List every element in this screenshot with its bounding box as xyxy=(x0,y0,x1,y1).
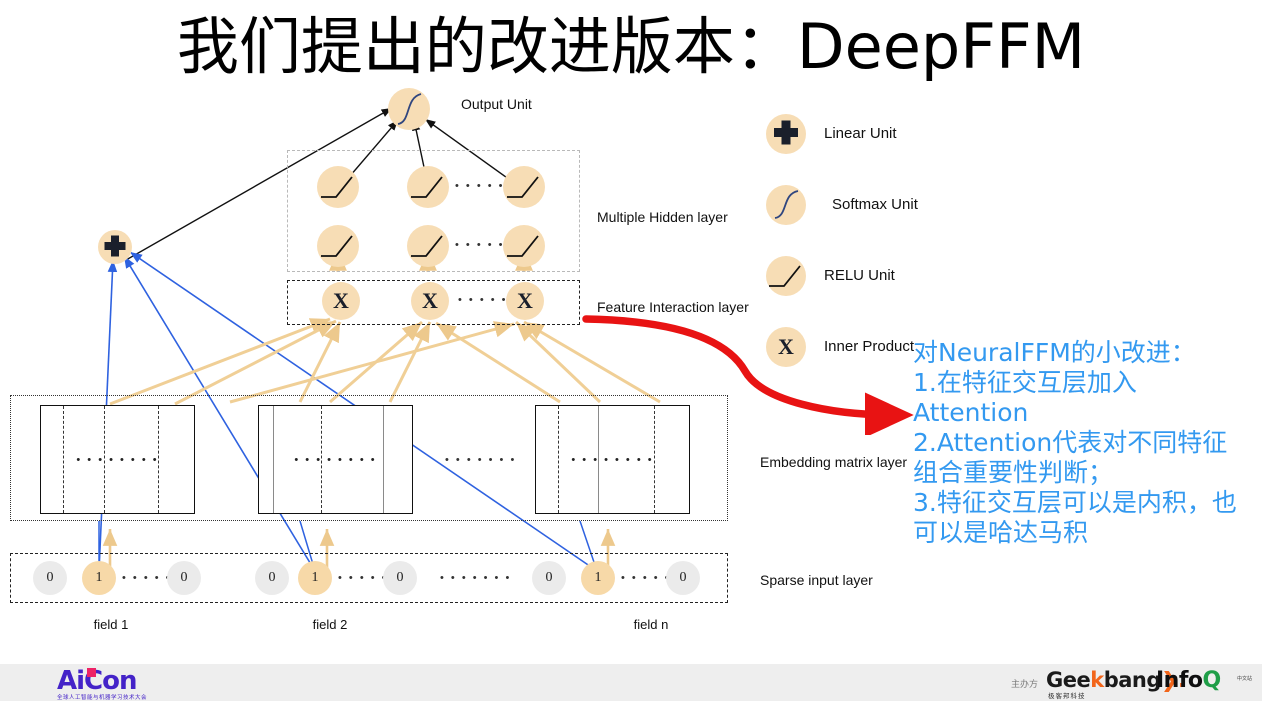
sparse-cell-one: 1 xyxy=(581,561,615,595)
relu-curve-icon xyxy=(507,235,539,257)
sparse-field-label: field n xyxy=(633,617,669,632)
sparse-cell-zero: 0 xyxy=(167,561,201,595)
sparse-cell-zero: 0 xyxy=(666,561,700,595)
annotation-line: 2.Attention代表对不同特征 xyxy=(913,428,1228,457)
embedding-ellipsis: • • • • • • • • xyxy=(76,453,159,466)
sparse-field-label: field 1 xyxy=(93,617,129,632)
hidden-layer-label: Multiple Hidden layer xyxy=(597,209,728,225)
legend-label: RELU Unit xyxy=(824,267,895,284)
geekbang-k: k xyxy=(1090,668,1104,692)
relu-unit xyxy=(407,166,449,208)
infoq-q: Q xyxy=(1202,668,1222,693)
annotation-line: 3.特征交互层可以是内积，也 xyxy=(913,488,1237,517)
legend-label: Softmax Unit xyxy=(832,196,918,213)
sparse-cell-one: 1 xyxy=(298,561,332,595)
page-title: 我们提出的改进版本：DeepFFM xyxy=(176,10,1086,83)
sparse-cell-zero: 0 xyxy=(33,561,67,595)
relu-unit xyxy=(317,166,359,208)
annotation-line: 组合重要性判断； xyxy=(913,458,1114,487)
sparse-layer-label: Sparse input layer xyxy=(760,572,873,588)
relu-curve-icon xyxy=(411,176,443,198)
relu-curve-icon xyxy=(507,176,539,198)
slide-canvas: 我们提出的改进版本：DeepFFM Output Unit • • • • • … xyxy=(0,0,1262,701)
sparse-cell-one: 1 xyxy=(82,561,116,595)
infoq-subtitle: 中文站 xyxy=(1237,676,1253,682)
sparse-cell-zero: 0 xyxy=(383,561,417,595)
sparse-gap-ellipsis: • • • • • • • xyxy=(440,572,512,584)
plus-icon xyxy=(766,114,806,154)
embedding-gap-ellipsis: • • • • • • • xyxy=(445,454,517,466)
aicon-logo: AiCon 全球人工智能与机器学习技术大会 xyxy=(57,666,177,701)
aicon-wordmark: AiCon xyxy=(57,666,137,696)
embedding-matrix: • • • • • • • • xyxy=(40,405,195,514)
annotation-line: 1.在特征交互层加入 xyxy=(913,368,1137,397)
legend-item-softmax-unit: Softmax Unit xyxy=(766,185,1006,225)
sponsor-label: 主办方 xyxy=(1011,680,1039,690)
infoq-wordmark: InfoQ xyxy=(1156,668,1221,693)
linear-unit-plus xyxy=(98,230,132,264)
relu-curve-icon xyxy=(766,256,806,296)
relu-unit xyxy=(317,225,359,267)
geekbang-subtitle: 极客邦科技 xyxy=(1048,692,1086,700)
inner-product-unit: X xyxy=(411,282,449,320)
aicon-accent-square xyxy=(87,668,96,677)
legend-label: Linear Unit xyxy=(824,125,897,142)
output-unit-label: Output Unit xyxy=(461,96,532,112)
annotation-text: 对NeuralFFM的小改进： 1.在特征交互层加入 Attention 2.A… xyxy=(913,338,1261,548)
inner-product-unit: X xyxy=(322,282,360,320)
sparse-cell-zero: 0 xyxy=(255,561,289,595)
geekbang-mid: bang xyxy=(1103,668,1162,692)
annotation-line: 可以是哈达马积 xyxy=(913,518,1089,547)
relu-unit xyxy=(407,225,449,267)
annotation-line: 对NeuralFFM的小改进： xyxy=(913,338,1196,367)
relu-unit xyxy=(503,225,545,267)
legend-item-relu-unit: RELU Unit xyxy=(766,256,1006,296)
relu-curve-icon xyxy=(321,235,353,257)
inner-product-unit: X xyxy=(506,282,544,320)
embedding-matrix: • • • • • • • • xyxy=(258,405,413,514)
relu-unit xyxy=(503,166,545,208)
infoq-info: Info xyxy=(1156,668,1203,693)
sparse-cell-zero: 0 xyxy=(532,561,566,595)
softmax-curve-icon xyxy=(397,93,422,125)
plus-icon xyxy=(104,235,126,257)
geekbang-pre: Gee xyxy=(1046,668,1091,692)
red-pointer-arrow xyxy=(582,315,914,435)
legend-item-linear-unit: Linear Unit xyxy=(766,114,1006,154)
annotation-line: Attention xyxy=(913,398,1029,427)
embedding-ellipsis: • • • • • • • • xyxy=(571,453,654,466)
sparse-field-label: field 2 xyxy=(312,617,348,632)
aicon-subtitle: 全球人工智能与机器学习技术大会 xyxy=(57,695,148,701)
softmax-curve-icon xyxy=(766,185,806,225)
relu-curve-icon xyxy=(321,176,353,198)
output-unit-softmax xyxy=(388,88,430,130)
embedding-ellipsis: • • • • • • • • xyxy=(294,453,377,466)
embedding-layer-label: Embedding matrix layer xyxy=(760,454,908,470)
relu-curve-icon xyxy=(411,235,443,257)
